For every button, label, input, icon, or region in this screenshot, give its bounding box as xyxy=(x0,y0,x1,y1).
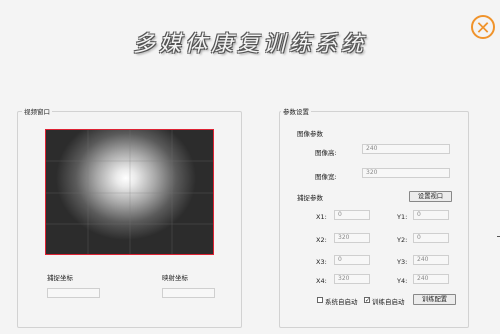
x3-field[interactable]: 0 xyxy=(334,255,370,265)
image-width-label: 图像宽: xyxy=(315,173,337,181)
capture-params-label: 捕捉参数 xyxy=(297,194,323,202)
x3-label: X3: xyxy=(316,258,327,266)
capture-coords-field[interactable] xyxy=(47,288,100,298)
x1-label: X1: xyxy=(316,213,327,221)
training-autostart-checkbox[interactable]: ✓ xyxy=(364,297,370,304)
settings-label: 参数设置 xyxy=(281,106,311,116)
image-params-label: 图像参数 xyxy=(297,130,323,138)
x4-label: X4: xyxy=(316,277,327,285)
system-autostart-label: 系统自启动 xyxy=(325,298,358,306)
x2-field[interactable]: 320 xyxy=(334,233,370,243)
y3-field[interactable]: 240 xyxy=(413,255,449,265)
app-title: 多媒体康复训练系统 xyxy=(132,32,367,57)
set-window-button[interactable]: 设置视口 xyxy=(409,191,452,202)
x1-field[interactable]: 0 xyxy=(334,210,370,220)
y1-label: Y1: xyxy=(397,213,408,221)
image-height-field[interactable]: 240 xyxy=(362,144,450,154)
x4-field[interactable]: 320 xyxy=(334,274,370,284)
y2-field[interactable]: 0 xyxy=(413,233,449,243)
image-width-field[interactable]: 320 xyxy=(362,168,450,178)
video-window-label: 视频窗口 xyxy=(22,106,52,116)
capture-coords-label: 捕捉坐标 xyxy=(47,274,73,282)
y2-label: Y2: xyxy=(397,236,408,244)
close-icon[interactable]: ✕ xyxy=(471,15,495,39)
y3-label: Y3: xyxy=(397,258,408,266)
x2-label: X2: xyxy=(316,236,327,244)
video-preview xyxy=(45,129,214,255)
mapping-coords-label: 映射坐标 xyxy=(162,274,188,282)
y4-label: Y4: xyxy=(397,277,408,285)
system-autostart-checkbox[interactable] xyxy=(317,297,323,303)
mapping-coords-field[interactable] xyxy=(162,288,215,298)
image-height-label: 图像高: xyxy=(315,149,337,157)
y1-field[interactable]: 0 xyxy=(413,210,449,220)
video-grid xyxy=(46,130,213,254)
y4-field[interactable]: 240 xyxy=(413,274,449,284)
training-autostart-label: 训练自启动 xyxy=(372,298,405,306)
training-config-button[interactable]: 训练配置 xyxy=(413,294,456,305)
